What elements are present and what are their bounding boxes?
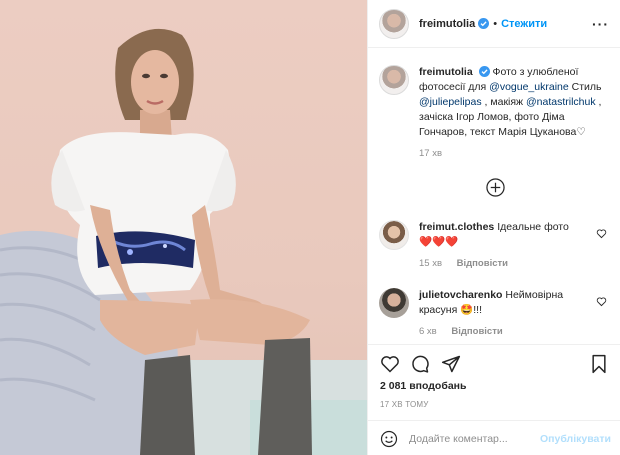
post-caption: freimutolia Фото з улюбленої фотосесії д… [379, 65, 611, 159]
comment-avatar[interactable] [379, 220, 409, 250]
fashion-photo-illustration [0, 28, 367, 455]
comment-avatar[interactable] [379, 288, 409, 318]
caption-time: 17 хв [419, 148, 443, 159]
reply-button[interactable]: Відповісти [457, 258, 508, 269]
caption-username[interactable]: freimutolia [419, 66, 473, 78]
comment-username[interactable]: freimut.clothes [419, 221, 494, 233]
verified-badge-icon [478, 18, 490, 29]
comment-body: julietovcharenko Неймовірна красуня 🤩!!!… [419, 288, 589, 337]
mention-julie-link[interactable]: @juliepelipas [419, 96, 482, 108]
comment-emoji: 🤩!!! [460, 304, 483, 316]
caption-style-text: Стиль [571, 81, 602, 93]
publish-button[interactable]: Опублікувати [540, 433, 611, 445]
comment-meta: 15 хв Відповісти [419, 258, 589, 269]
comment-username[interactable]: julietovcharenko [419, 289, 502, 301]
comment-emoji: ❤️❤️❤️ [419, 236, 459, 248]
post-actions [368, 344, 620, 384]
avatar[interactable] [379, 8, 409, 39]
share-paper-plane-icon[interactable] [441, 354, 461, 374]
verified-badge-icon [478, 66, 490, 77]
follow-button[interactable]: Стежити [501, 18, 547, 30]
comment-meta: 6 хв Відповісти [419, 326, 589, 337]
comment-time: 15 хв [419, 258, 443, 269]
separator-dot: • [493, 17, 498, 30]
post-timestamp: 17 ХВ ТОМУ [380, 400, 429, 409]
likes-count[interactable]: 2 081 вподобань [380, 380, 466, 392]
comment-bubble-icon[interactable] [410, 354, 430, 374]
mention-vogue-link[interactable]: @vogue_ukraine [489, 81, 569, 93]
comment-item: julietovcharenko Неймовірна красуня 🤩!!!… [379, 288, 611, 337]
add-comment-input[interactable] [409, 430, 539, 448]
author-username[interactable]: freimutolia [419, 18, 475, 30]
emoji-smile-icon[interactable] [380, 430, 398, 448]
caption-body: freimutolia Фото з улюбленої фотосесії д… [419, 65, 611, 159]
like-heart-icon[interactable] [380, 354, 400, 374]
add-comment-bar: Опублікувати [368, 420, 620, 455]
post-header: freimutolia • Стежити ··· [368, 0, 620, 48]
caption-makeup-text: , макіяж [484, 96, 524, 108]
comment-like-icon[interactable] [596, 228, 607, 239]
bookmark-save-icon[interactable] [589, 354, 609, 374]
reply-button[interactable]: Відповісти [451, 326, 502, 337]
more-options-icon[interactable]: ··· [592, 16, 609, 32]
comment-item: freimut.clothes Ідеальне фото ❤️❤️❤️ 15 … [379, 220, 611, 269]
comment-body: freimut.clothes Ідеальне фото ❤️❤️❤️ 15 … [419, 220, 589, 269]
post-side-panel: freimutolia • Стежити ··· freimutolia Фо… [367, 0, 620, 455]
post-photo[interactable] [0, 0, 367, 455]
caption-meta: 17 хв [419, 148, 611, 159]
caption-avatar[interactable] [379, 65, 409, 95]
mention-nata-link[interactable]: @natastrilchuk [526, 96, 596, 108]
load-more-comments-icon[interactable] [486, 178, 505, 197]
comment-like-icon[interactable] [596, 296, 607, 307]
comment-time: 6 хв [419, 326, 437, 337]
comment-text: Ідеальне фото [497, 221, 569, 233]
